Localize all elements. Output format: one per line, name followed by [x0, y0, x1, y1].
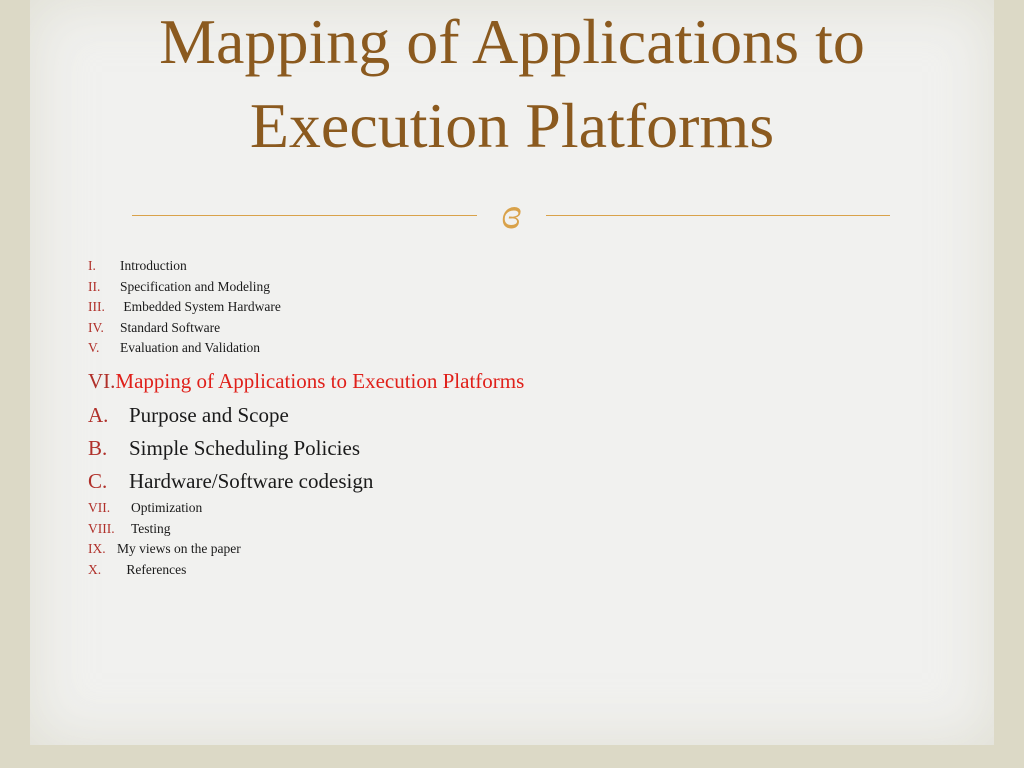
- outline-item-label: Mapping of Applications to Execution Pla…: [115, 368, 525, 393]
- outline-item: X. References: [88, 560, 948, 581]
- outline-item-number: X.: [88, 561, 102, 577]
- ornament-icon: ɞ: [501, 189, 522, 238]
- outline-item-label: Embedded System Hardware: [120, 299, 281, 315]
- outline-item-number: I.: [88, 258, 96, 273]
- title-line-2: Execution Platforms: [249, 90, 775, 161]
- outline-item-label: Evaluation and Validation: [120, 340, 260, 356]
- outline-item-number: V.: [88, 340, 100, 356]
- divider-rule-right: [546, 215, 890, 216]
- outline-item-label: References: [123, 561, 187, 577]
- outline-item-label: Specification and Modeling: [120, 278, 270, 294]
- outline-subitem-label: Purpose and Scope: [129, 402, 289, 427]
- title-divider: ɞ: [132, 190, 890, 238]
- outline-subitem-letter: B.: [88, 435, 108, 460]
- outline-item-number: IX.: [88, 541, 106, 557]
- outline-item: V. Evaluation and Validation: [88, 338, 948, 359]
- outline-subitem-letter: C.: [88, 468, 108, 493]
- outline-item: IX. My views on the paper: [88, 539, 948, 560]
- outline-subitem: B. Simple Scheduling Policies: [88, 432, 948, 465]
- outline-item-label: My views on the paper: [117, 541, 241, 557]
- outline-item-number: III.: [88, 299, 105, 315]
- outline-current-item: VI. Mapping of Applications to Execution…: [88, 363, 948, 399]
- outline-item: I. Introduction: [88, 256, 948, 277]
- outline-subitem-label: Simple Scheduling Policies: [129, 435, 360, 460]
- outline-item-label: Optimization: [131, 499, 203, 515]
- outline-item-label: Standard Software: [120, 319, 221, 335]
- outline-list: I. Introduction II. Specification and Mo…: [88, 256, 948, 580]
- outline-subitem: A. Purpose and Scope: [88, 399, 948, 432]
- outline-item-number: IV.: [88, 319, 104, 335]
- outline-item: VIII. Testing: [88, 519, 948, 540]
- outline-item-number: VI.: [88, 368, 116, 393]
- outline-item: VII. Optimization: [88, 498, 948, 519]
- outline-item-label: Testing: [131, 520, 171, 536]
- outline-item: III. Embedded System Hardware: [88, 297, 948, 318]
- outline-item-number: VII.: [88, 499, 111, 515]
- outline-item-number: II.: [88, 278, 101, 294]
- outline-item: II. Specification and Modeling: [88, 277, 948, 298]
- outline-item-number: VIII.: [88, 520, 115, 536]
- divider-rule-left: [132, 215, 477, 216]
- outline-subitem-letter: A.: [88, 402, 109, 427]
- outline-subitem: C. Hardware/Software codesign: [88, 465, 948, 498]
- title-line-1: Mapping of Applications to: [159, 6, 865, 77]
- slide-title: Mapping of Applications to Execution Pla…: [0, 0, 1024, 168]
- outline-item-label: Introduction: [120, 258, 187, 273]
- outline-item: IV. Standard Software: [88, 318, 948, 339]
- outline-subitem-label: Hardware/Software codesign: [129, 468, 374, 493]
